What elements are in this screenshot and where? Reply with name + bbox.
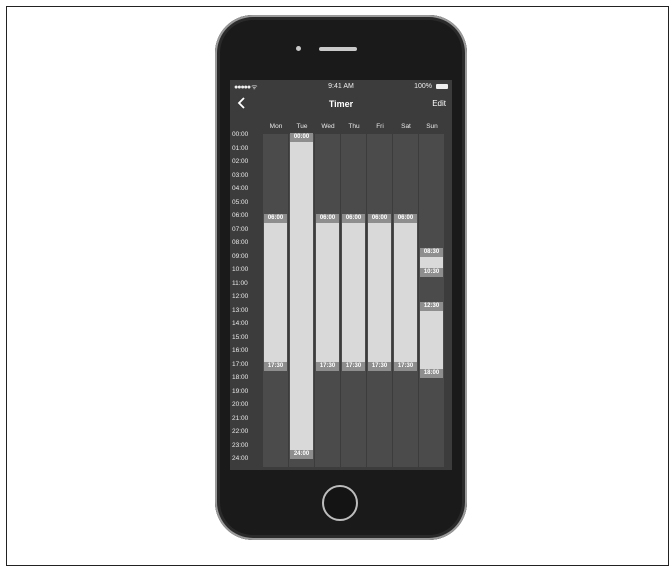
end-time-handle[interactable]: 24:00 [290,450,313,459]
start-time-handle[interactable]: 08:30 [420,247,443,257]
start-time-handle[interactable]: 06:00 [316,214,339,223]
end-time-handle[interactable]: 17:30 [368,362,391,372]
end-time-handle[interactable]: 17:30 [342,362,365,372]
start-time-handle[interactable]: 06:00 [394,214,417,223]
timer-block[interactable] [290,134,313,458]
day-header-fri: Fri [376,123,384,130]
page-title: Timer [328,99,354,109]
end-time-handle[interactable]: 17:30 [264,362,287,372]
start-time-handle[interactable]: 12:30 [420,301,443,311]
earpiece-speaker [319,47,357,51]
battery-icon [436,84,448,89]
day-header-mon: Mon [269,123,283,130]
end-time-handle[interactable]: 17:30 [394,362,417,372]
start-time-handle[interactable]: 06:00 [342,214,365,223]
hour-label: 05:00 [232,198,249,206]
day-header-tue: Tue [296,123,308,130]
hour-label: 23:00 [232,441,249,449]
timer-block[interactable] [368,215,391,371]
day-header-thu: Thu [348,123,360,130]
timer-block[interactable] [420,302,443,377]
status-bar: ●●●●● ᯤ 9:41 AM 100% [230,80,452,94]
nav-bar: Timer Edit [230,94,452,114]
day-header-sat: Sat [401,123,411,130]
hour-label: 13:00 [232,306,249,314]
hour-label: 22:00 [232,428,249,435]
timer-block[interactable] [316,215,339,371]
hour-label: 20:00 [232,401,249,408]
battery-percent: 100% [414,83,432,90]
hour-label: 14:00 [232,320,249,327]
hour-label: 10:00 [232,266,249,273]
hour-label: 04:00 [232,185,249,192]
timer-block[interactable] [342,215,365,371]
hour-label: 15:00 [232,333,249,341]
timer-block[interactable] [264,215,287,371]
hour-label: 07:00 [232,225,249,233]
hour-label: 18:00 [232,374,249,381]
start-time-handle[interactable]: 00:00 [290,133,313,142]
end-time-handle[interactable]: 10:30 [420,267,443,277]
end-time-handle[interactable]: 18:00 [420,369,443,378]
day-header-wed: Wed [321,123,335,130]
hour-label: 01:00 [232,144,249,152]
start-time-handle[interactable]: 06:00 [264,214,287,223]
start-time-handle[interactable]: 06:00 [368,214,391,223]
front-camera [296,46,301,51]
edit-button[interactable]: Edit [432,99,446,108]
hour-label: 02:00 [232,158,249,165]
hour-label: 16:00 [232,347,249,354]
hour-label: 00:00 [232,131,249,138]
hour-label: 08:00 [232,239,249,246]
hour-label: 11:00 [232,279,248,287]
timer-block[interactable] [394,215,417,371]
day-column-sun[interactable] [419,134,444,467]
end-time-handle[interactable]: 17:30 [316,362,339,372]
hour-label: 12:00 [232,293,249,300]
day-header-sun: Sun [426,123,438,130]
hour-label: 19:00 [232,387,249,395]
phone-screen: ●●●●● ᯤ 9:41 AM 100% Timer Edit 00:00 01:… [230,80,452,470]
hour-label: 21:00 [232,414,249,422]
hour-label: 03:00 [232,171,249,179]
hour-label: 24:00 [232,455,249,462]
home-button[interactable] [322,485,358,521]
hour-label: 17:00 [232,360,249,368]
hour-label: 06:00 [232,212,249,219]
hour-label: 09:00 [232,252,249,260]
